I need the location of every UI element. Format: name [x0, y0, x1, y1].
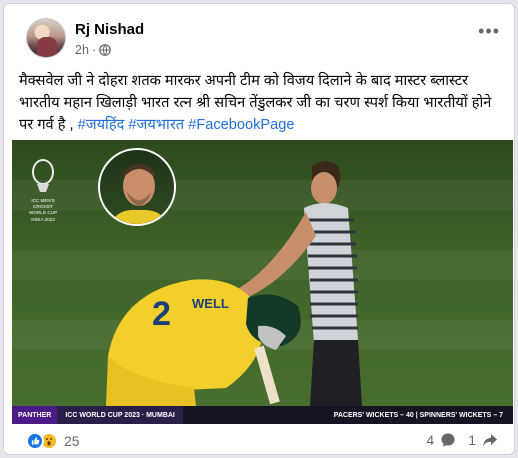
broadcast-event: ICC WORLD CUP 2023 · MUMBAI	[57, 406, 183, 424]
hashtag-jaibharat[interactable]: #जयभारत	[128, 117, 184, 133]
broadcast-brand: PANTHER	[12, 406, 58, 424]
hashtag-jaihind[interactable]: #जयहिंद	[78, 117, 125, 133]
jersey-name: WELL	[192, 296, 229, 311]
post-time[interactable]: 2h	[75, 43, 89, 57]
post-card: Rj Nishad 2h · ••• मैक्सवेल जी ने दोहरा …	[3, 3, 515, 455]
share-count[interactable]: 1	[468, 432, 476, 448]
globe-icon[interactable]	[99, 44, 111, 56]
post-image[interactable]: ICC MEN'S CRICKET WORLD CUP INDIA 2023 2…	[12, 140, 513, 424]
engagement-stats: 4 1	[426, 432, 498, 448]
post-text: मैक्सवेल जी ने दोहरा शतक मारकर अपनी टीम …	[19, 70, 507, 136]
reactions-summary[interactable]: 25	[26, 432, 80, 450]
post-header: Rj Nishad 2h · •••	[4, 4, 514, 64]
share-icon[interactable]	[482, 432, 498, 448]
more-icon[interactable]: •••	[478, 22, 500, 40]
comment-icon[interactable]	[440, 432, 456, 448]
comment-count[interactable]: 4	[426, 432, 434, 448]
players-scene: 2 WELL	[106, 161, 362, 406]
like-icon[interactable]	[26, 432, 44, 450]
jersey-number: 2	[152, 295, 171, 333]
hashtag-facebookpage[interactable]: #FacebookPage	[188, 117, 294, 133]
broadcast-stats: PACERS' WICKETS – 40 | SPINNERS' WICKETS…	[333, 411, 503, 419]
post-meta: 2h ·	[75, 43, 111, 57]
broadcast-bar: PANTHER ICC WORLD CUP 2023 · MUMBAI PACE…	[12, 406, 513, 424]
avatar[interactable]	[26, 18, 66, 58]
author-name[interactable]: Rj Nishad	[75, 21, 144, 38]
reaction-count[interactable]: 25	[64, 433, 80, 449]
